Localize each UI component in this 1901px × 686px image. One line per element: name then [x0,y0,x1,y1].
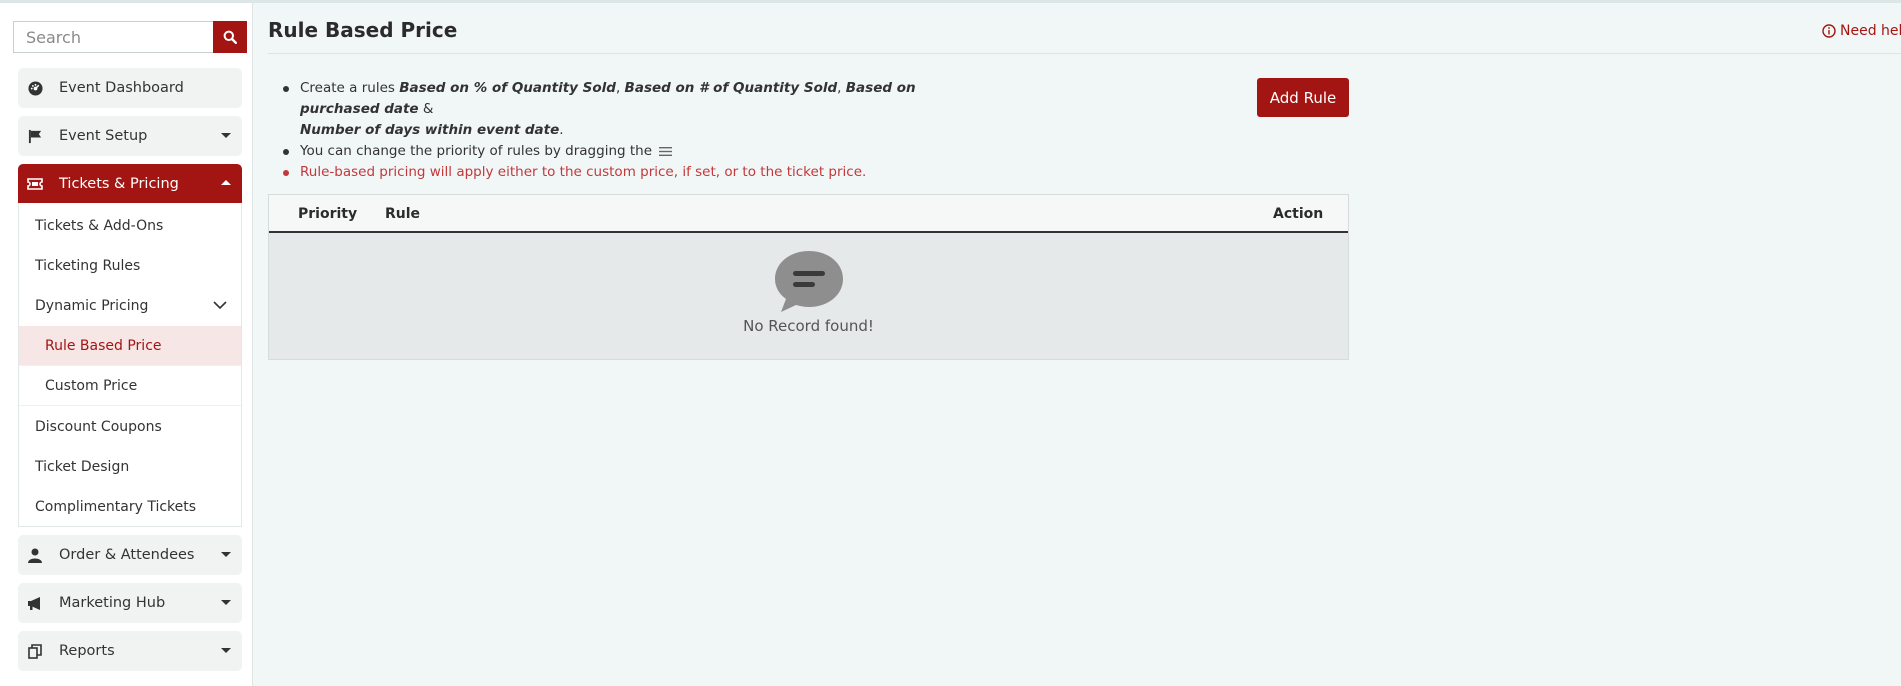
instruction-rule-types: Create a rules Based on % of Quantity So… [283,78,983,141]
user-icon [27,547,43,563]
sidebar-item-label: Order & Attendees [59,547,195,563]
submenu-item-dynamic-pricing[interactable]: Dynamic Pricing [19,286,241,326]
sidebar-item-tickets-pricing[interactable]: Tickets & Pricing [18,164,242,204]
empty-state-text: No Record found! [743,317,874,335]
separator: . [559,122,564,138]
instruction-text: Rule-based pricing will apply either to … [300,164,867,180]
tickets-pricing-submenu: Tickets & Add-Ons Ticketing Rules Dynami… [18,203,242,527]
sidebar-item-event-dashboard[interactable]: Event Dashboard [18,68,242,108]
search-button[interactable] [213,21,247,53]
caret-down-icon [221,552,231,557]
caret-down-icon [221,600,231,605]
sidebar-item-order-attendees[interactable]: Order & Attendees [18,535,242,575]
table-header: Priority Rule Action [269,195,1348,233]
search-icon [223,30,237,44]
submenu-item-label: Ticket Design [35,459,130,475]
instruction-text: Create a rules [300,80,400,96]
rule-type-days-within-event: Number of days within event date [300,122,560,138]
submenu-item-label: Complimentary Tickets [35,499,197,515]
sidebar-item-label: Event Dashboard [59,80,184,96]
megaphone-icon [27,595,43,611]
caret-down-icon [221,133,231,138]
sidebar-item-label: Event Setup [59,128,148,144]
column-header-priority: Priority [298,206,358,222]
ticket-icon [27,176,43,192]
page-title: Rule Based Price [268,18,458,42]
copy-icon [27,643,43,659]
sidebar-item-reports[interactable]: Reports [18,631,242,671]
separator: , [615,80,625,96]
top-border [0,0,1901,3]
sidebar: Event Dashboard Event Setup Tickets & Pr… [0,3,253,686]
submenu-item-rule-based-price[interactable]: Rule Based Price [19,326,241,366]
submenu-item-complimentary-tickets[interactable]: Complimentary Tickets [19,487,241,527]
separator: , [837,80,846,96]
column-header-rule: Rule [385,206,421,222]
drag-handle-icon [659,146,673,156]
sidebar-item-label: Marketing Hub [59,595,166,611]
submenu-item-label: Ticketing Rules [35,258,141,274]
submenu-item-label: Dynamic Pricing [35,298,149,314]
sidebar-item-marketing-hub[interactable]: Marketing Hub [18,583,242,623]
submenu-item-label: Discount Coupons [35,419,162,435]
instructions-list: Create a rules Based on % of Quantity So… [283,78,983,183]
table-body: No Record found! [269,233,1348,359]
instruction-text: You can change the priority of rules by … [300,143,657,159]
search-input[interactable] [13,21,213,53]
rule-type-count-sold: Based on # of Quantity Sold [624,80,838,96]
flag-icon [27,128,43,144]
chevron-down-icon [213,301,227,310]
caret-down-icon [221,648,231,653]
info-icon [1822,24,1836,38]
rule-type-percent-sold: Based on % of Quantity Sold [399,80,616,96]
submenu-item-label: Custom Price [45,377,138,394]
dashboard-icon [27,80,43,96]
submenu-item-discount-coupons[interactable]: Discount Coupons [19,407,241,447]
submenu-item-ticketing-rules[interactable]: Ticketing Rules [19,246,241,286]
sidebar-search [13,21,247,53]
need-help-label: Need help [1840,23,1901,39]
add-rule-button[interactable]: Add Rule [1257,78,1349,117]
submenu-item-label: Rule Based Price [45,337,162,354]
instruction-pricing-note: Rule-based pricing will apply either to … [283,162,983,183]
submenu-item-ticket-design[interactable]: Ticket Design [19,447,241,487]
separator: & [418,101,434,117]
column-header-action: Action [1273,206,1324,222]
need-help-link[interactable]: Need help [1822,23,1901,39]
submenu-item-tickets-addons[interactable]: Tickets & Add-Ons [19,206,241,246]
sidebar-item-label: Reports [59,643,115,659]
submenu-item-label: Tickets & Add-Ons [35,218,164,234]
rules-table: Priority Rule Action No Record found! [268,194,1349,360]
sidebar-item-event-setup[interactable]: Event Setup [18,116,242,156]
instruction-drag-priority: You can change the priority of rules by … [283,141,983,162]
sidebar-item-label: Tickets & Pricing [59,176,179,192]
caret-up-icon [221,180,231,185]
submenu-item-custom-price[interactable]: Custom Price [19,366,241,406]
title-divider [268,53,1901,54]
empty-comment-icon [775,251,843,312]
